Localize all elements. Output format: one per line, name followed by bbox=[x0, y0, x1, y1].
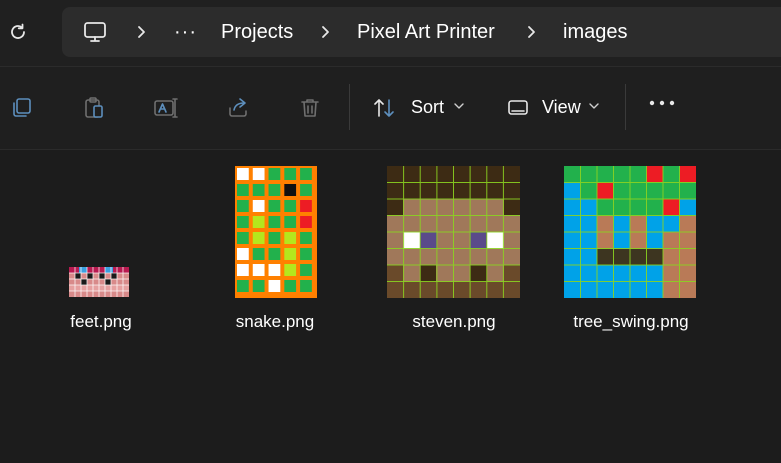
pixel-cell bbox=[284, 232, 297, 244]
command-bar: Sort View bbox=[0, 67, 781, 149]
breadcrumb-item-projects[interactable]: Projects bbox=[221, 7, 293, 57]
file-name: steven.png bbox=[412, 312, 496, 331]
pixel-cell bbox=[300, 200, 312, 212]
pixel-cell bbox=[268, 280, 281, 292]
pixel-cell bbox=[268, 264, 281, 276]
share-icon bbox=[229, 98, 247, 117]
paste-button[interactable] bbox=[81, 95, 107, 121]
sort-icon bbox=[372, 95, 398, 121]
pixel-cell bbox=[237, 168, 249, 180]
pixel-cell bbox=[252, 232, 265, 244]
pixel-cell bbox=[284, 216, 297, 228]
paste-icon bbox=[85, 97, 103, 118]
pixel-cell bbox=[300, 184, 312, 196]
pixel-cell bbox=[237, 200, 249, 212]
pixel-cell bbox=[268, 232, 281, 244]
pixel-cell bbox=[268, 216, 281, 228]
delete-icon bbox=[301, 99, 319, 117]
file-name: feet.png bbox=[70, 312, 132, 331]
address-bar[interactable]: ··· Projects Pixel Art Printer images bbox=[62, 7, 781, 57]
more-icon bbox=[649, 99, 675, 107]
file-list: feet.png snake.png steven.png tree_swing… bbox=[0, 150, 781, 463]
refresh-icon bbox=[11, 23, 25, 39]
toolbar-separator bbox=[625, 84, 626, 130]
pixel-cell bbox=[237, 264, 249, 276]
file-thumbnail bbox=[235, 166, 317, 298]
view-icon bbox=[505, 95, 531, 121]
share-button[interactable] bbox=[225, 95, 251, 121]
pixel-cell bbox=[284, 184, 297, 196]
title-bar: ··· Projects Pixel Art Printer images bbox=[0, 0, 781, 66]
file-thumbnail bbox=[69, 267, 129, 297]
pixel-cell bbox=[300, 168, 312, 180]
pixel-cell bbox=[237, 184, 249, 196]
pixel-cell bbox=[284, 168, 297, 180]
toolbar-separator bbox=[349, 84, 350, 130]
pixel-cell bbox=[237, 216, 249, 228]
pixel-cell bbox=[237, 232, 249, 244]
pixel-cell bbox=[300, 248, 312, 260]
pixel-cell bbox=[300, 232, 312, 244]
pixel-cell bbox=[300, 264, 312, 276]
breadcrumb-overflow[interactable]: ··· bbox=[174, 7, 197, 57]
pixel-cell bbox=[268, 200, 281, 212]
pixel-cell bbox=[284, 200, 297, 212]
sort-label: Sort bbox=[411, 97, 445, 117]
pixel-cell bbox=[268, 248, 281, 260]
pixel-cell bbox=[252, 168, 265, 180]
view-button[interactable]: View bbox=[498, 87, 610, 127]
pixel-cell bbox=[284, 264, 297, 276]
pixel-cell bbox=[300, 280, 312, 292]
pixel-cell bbox=[252, 216, 265, 228]
pixel-cell bbox=[252, 200, 265, 212]
breadcrumb-item-pixel-art-printer[interactable]: Pixel Art Printer bbox=[357, 7, 495, 57]
copy-icon bbox=[13, 98, 31, 117]
chevron-right-icon[interactable] bbox=[524, 24, 538, 40]
chevron-right-icon[interactable] bbox=[318, 24, 332, 40]
rename-icon bbox=[154, 98, 178, 118]
copy-button[interactable] bbox=[9, 95, 35, 121]
breadcrumb-item-images[interactable]: images bbox=[563, 7, 627, 57]
pixel-cell bbox=[252, 184, 265, 196]
pixel-cell bbox=[237, 280, 249, 292]
pixel-cell bbox=[268, 184, 281, 196]
sort-button[interactable]: Sort bbox=[364, 87, 472, 127]
file-name: snake.png bbox=[235, 312, 315, 331]
chevron-down-icon bbox=[588, 102, 600, 110]
delete-button[interactable] bbox=[297, 95, 323, 121]
pixel-cell bbox=[284, 248, 297, 260]
refresh-button[interactable] bbox=[6, 20, 30, 44]
pixel-cell bbox=[300, 216, 312, 228]
pixel-cell bbox=[284, 280, 297, 292]
view-label: View bbox=[542, 97, 581, 117]
computer-icon[interactable] bbox=[82, 19, 108, 45]
pixel-cell bbox=[252, 248, 265, 260]
pixel-cell bbox=[268, 168, 281, 180]
pixel-cell bbox=[252, 264, 265, 276]
pixel-cell bbox=[237, 248, 249, 260]
chevron-down-icon bbox=[453, 102, 465, 110]
file-thumbnail bbox=[564, 166, 696, 298]
file-name: tree_swing.png bbox=[573, 312, 689, 331]
more-button[interactable] bbox=[640, 89, 684, 125]
pixel-cell bbox=[252, 280, 265, 292]
chevron-right-icon[interactable] bbox=[134, 24, 148, 40]
rename-button[interactable] bbox=[153, 95, 179, 121]
file-thumbnail bbox=[387, 166, 520, 298]
